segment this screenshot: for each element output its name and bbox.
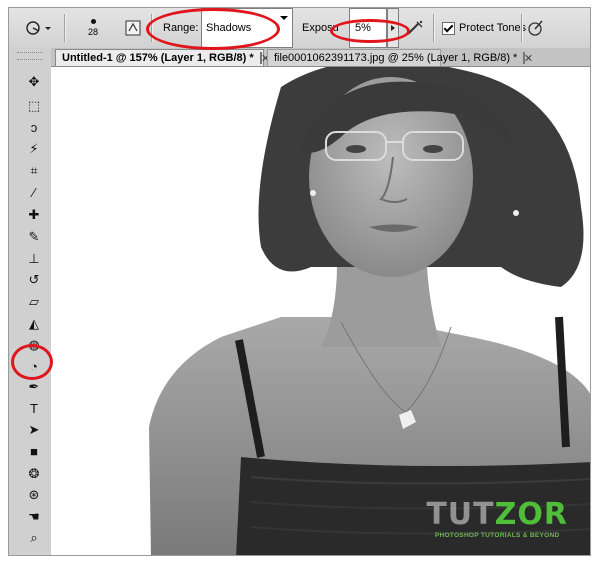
separator [433, 14, 434, 42]
eraser-tool-icon[interactable]: ▱ [25, 292, 43, 310]
dodge-tool-icon[interactable]: ◔ [25, 357, 43, 375]
tools-panel: ✥ ⬚ ↄ ⚡ ⌗ ⁄ ✚ ✎ ⊥ ↺ ▱ ◭ ◍ ◔ ✒ T ➤ ■ ❂ ⊛ ☚ ⌕ [9, 48, 52, 555]
brush-picker[interactable]: 28 [73, 8, 113, 48]
protect-tones-label: Protect Tones [459, 22, 527, 34]
eyedropper-tool-icon[interactable]: ⁄ [25, 183, 43, 201]
lasso-tool-icon[interactable]: ↄ [25, 118, 43, 136]
brush-tip-icon [90, 19, 96, 24]
blur-tool-icon[interactable]: ◍ [25, 335, 43, 353]
pen-tool-icon[interactable]: ✒ [25, 377, 43, 395]
tab-label: Untitled-1 @ 157% (Layer 1, RGB/8) * [62, 52, 254, 64]
close-icon[interactable] [259, 52, 262, 64]
exposure-value: 5% [355, 22, 371, 34]
type-tool-icon[interactable]: T [25, 399, 43, 417]
3d-rotate-tool-icon[interactable]: ❂ [25, 464, 43, 482]
tablet-pressure-icon [528, 20, 543, 36]
watermark-tagline: PHOTOSHOP TUTORIALS & BEYOND [434, 532, 560, 539]
3d-orbit-tool-icon[interactable]: ⊛ [25, 485, 43, 503]
photoshop-window: 28 Range: Shadows Exposu 5% Protect Tone… [8, 7, 591, 556]
tab-file0001062391173[interactable]: file0001062391173.jpg @ 25% (Layer 1, RG… [267, 49, 526, 66]
airbrush-button[interactable] [405, 8, 429, 48]
exposure-slider-button[interactable] [387, 8, 399, 48]
tool-preset-picker[interactable] [23, 8, 57, 48]
close-icon[interactable] [523, 52, 526, 64]
document-tabs: Untitled-1 @ 157% (Layer 1, RGB/8) * fil… [51, 48, 590, 67]
tab-untitled-1[interactable]: Untitled-1 @ 157% (Layer 1, RGB/8) * [55, 49, 264, 66]
move-tool-icon[interactable]: ✥ [25, 72, 43, 90]
tablet-pressure-button[interactable] [527, 8, 549, 48]
separator [64, 14, 65, 42]
exposure-input[interactable]: 5% [349, 8, 387, 48]
magic-wand-tool-icon[interactable]: ⚡ [25, 139, 43, 157]
marquee-tool-icon[interactable]: ⬚ [25, 96, 43, 114]
range-value: Shadows [206, 22, 252, 34]
photo-woman-grayscale [149, 67, 590, 555]
path-selection-tool-icon[interactable]: ➤ [25, 420, 43, 438]
exposure-label: Exposu [302, 22, 339, 34]
separator [151, 14, 152, 42]
document-canvas[interactable]: TUTZOR PHOTOSHOP TUTORIALS & BEYOND [51, 67, 590, 555]
separator [521, 14, 522, 42]
crop-tool-icon[interactable]: ⌗ [25, 161, 43, 179]
panel-grip[interactable] [17, 52, 43, 60]
brush-panel-icon [125, 20, 141, 36]
rectangle-tool-icon[interactable]: ■ [25, 442, 43, 460]
protect-tones-toggle[interactable]: Protect Tones [442, 8, 526, 48]
zoom-tool-icon[interactable]: ⌕ [25, 528, 43, 546]
watermark: TUTZOR PHOTOSHOP TUTORIALS & BEYOND [426, 497, 568, 539]
chevron-right-icon [391, 25, 395, 31]
history-brush-tool-icon[interactable]: ↺ [25, 270, 43, 288]
tab-label: file0001062391173.jpg @ 25% (Layer 1, RG… [274, 52, 518, 64]
paint-bucket-tool-icon[interactable]: ◭ [25, 314, 43, 332]
brush-size: 28 [87, 27, 98, 37]
brush-panel-button[interactable] [125, 8, 145, 48]
dodge-burn-tool-icon [26, 21, 51, 35]
range-select[interactable]: Shadows [201, 8, 293, 48]
protect-tones-checkbox[interactable] [442, 21, 455, 35]
range-label: Range: [163, 22, 199, 34]
clone-stamp-tool-icon[interactable]: ⊥ [25, 249, 43, 267]
hand-tool-icon[interactable]: ☚ [25, 507, 43, 525]
brush-tool-icon[interactable]: ✎ [25, 227, 43, 245]
chevron-down-icon [280, 16, 288, 20]
airbrush-icon [407, 20, 423, 35]
options-bar: 28 Range: Shadows Exposu 5% Protect Tone… [9, 8, 590, 49]
spot-healing-tool-icon[interactable]: ✚ [25, 205, 43, 223]
watermark-logo: TUTZOR [426, 497, 568, 532]
